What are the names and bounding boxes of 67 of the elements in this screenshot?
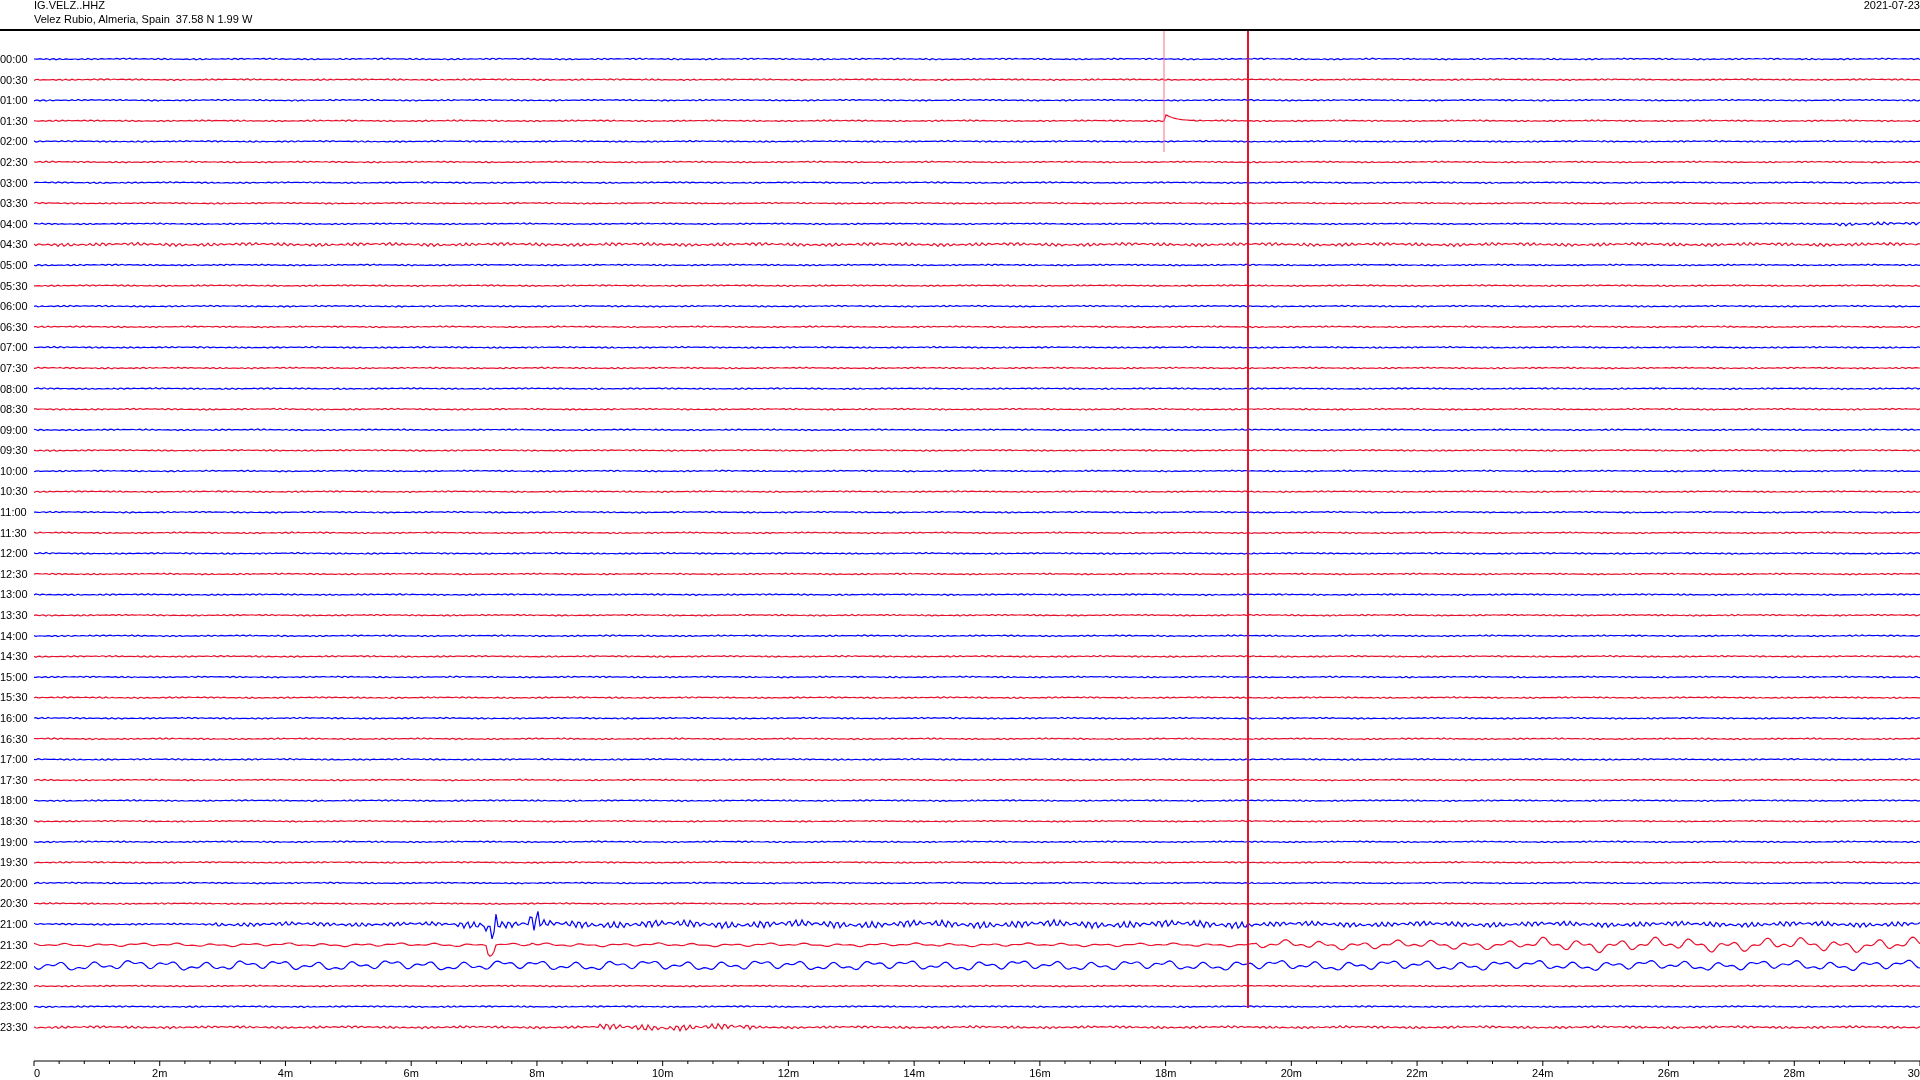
hour-label: 01:00 xyxy=(0,93,29,109)
hour-label: 01:30 xyxy=(0,113,29,129)
axis-tick-label: 2m xyxy=(152,1067,168,1079)
hour-label: 02:00 xyxy=(0,134,29,150)
hour-label: 08:30 xyxy=(0,402,29,418)
hour-label: 08:00 xyxy=(0,381,29,397)
station-code: IG.VELZ..HHZ xyxy=(34,0,106,12)
hour-label: 23:00 xyxy=(0,999,29,1015)
hour-label: 16:00 xyxy=(0,711,29,726)
hour-label: 20:30 xyxy=(0,896,29,912)
hour-label: 21:30 xyxy=(0,937,29,953)
hour-label: 21:00 xyxy=(0,916,29,932)
hour-label: 07:30 xyxy=(0,360,29,376)
hour-label: 17:00 xyxy=(0,752,29,768)
hour-label: 12:00 xyxy=(0,546,29,562)
hour-label: 09:00 xyxy=(0,422,29,438)
station-location: Velez Rubio, Almeria, Spain 37.58 N 1.99 W xyxy=(34,12,253,26)
axis-tick-label: 6m xyxy=(403,1067,419,1079)
hour-label: 12:30 xyxy=(0,566,29,582)
axis-tick-label: 18m xyxy=(1154,1067,1177,1079)
hour-label: 11:30 xyxy=(0,525,28,541)
hour-label: 15:30 xyxy=(0,690,29,706)
hour-label: 04:30 xyxy=(0,237,29,253)
hour-label: 02:30 xyxy=(0,154,29,170)
hour-label: 00:30 xyxy=(0,72,29,88)
hour-label: 14:00 xyxy=(0,628,29,644)
hour-label: 17:30 xyxy=(0,772,29,788)
hour-label: 07:00 xyxy=(0,340,29,356)
hour-label: 09:30 xyxy=(0,443,29,459)
hour-label: 06:30 xyxy=(0,319,29,335)
axis-tick-label: 28m xyxy=(1783,1067,1805,1079)
axis-tick-label: 22m xyxy=(1406,1067,1428,1079)
hour-label: 22:00 xyxy=(0,958,29,974)
axis-tick-label: 16m xyxy=(1029,1067,1051,1079)
axis-tick-label: 14m xyxy=(903,1067,925,1079)
axis-tick-label: 8m xyxy=(529,1067,545,1079)
hour-label: 16:30 xyxy=(0,731,29,747)
axis-tick-label: 26m xyxy=(1657,1067,1680,1079)
axis-tick-label: 20m xyxy=(1280,1067,1303,1079)
hour-label: 11:00 xyxy=(0,505,28,521)
hour-label: 04:00 xyxy=(0,216,29,232)
axis-tick-label: 30 xyxy=(1907,1067,1920,1079)
axis-tick-label: 24m xyxy=(1532,1067,1554,1079)
hour-label: 20:00 xyxy=(0,875,29,891)
hour-label: 15:00 xyxy=(0,669,29,685)
hour-label: 03:30 xyxy=(0,196,29,212)
hour-label: 14:30 xyxy=(0,649,29,665)
axis-tick-label: 12m xyxy=(777,1067,800,1079)
hour-label: 00:00 xyxy=(0,52,29,67)
hour-label: 18:30 xyxy=(0,813,29,829)
axis-tick-label: 10m xyxy=(651,1067,674,1079)
hour-label: 23:30 xyxy=(0,1019,29,1035)
hour-label: 19:00 xyxy=(0,834,29,850)
hour-label: 19:30 xyxy=(0,855,29,871)
hour-label: 10:00 xyxy=(0,463,29,479)
hour-label: 05:00 xyxy=(0,257,29,273)
hour-label: 22:30 xyxy=(0,978,29,994)
hour-label: 10:30 xyxy=(0,484,29,500)
hour-label: 06:00 xyxy=(0,299,29,315)
hour-label: 03:00 xyxy=(0,175,29,191)
axis-tick-label: 0 xyxy=(33,1067,41,1079)
hour-label: 13:30 xyxy=(0,608,29,624)
date-label: 2021-07-23 xyxy=(1863,0,1920,12)
hour-label: 05:30 xyxy=(0,278,29,294)
hour-label: 18:00 xyxy=(0,793,29,809)
hour-label: 13:00 xyxy=(0,587,29,603)
axis-tick-label: 4m xyxy=(277,1067,294,1079)
